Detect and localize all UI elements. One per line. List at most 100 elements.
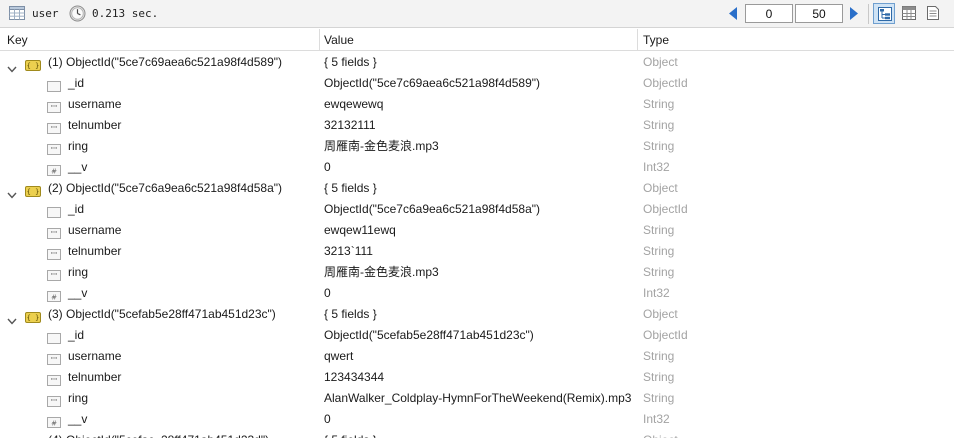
chevron-down-icon <box>7 66 17 73</box>
field-type: ObjectId <box>643 76 688 90</box>
text-view-button[interactable] <box>922 3 944 24</box>
tree-view-icon <box>878 7 892 21</box>
field-type: Int32 <box>643 160 670 174</box>
field-value: ObjectId("5ce7c6a9ea6c521a98f4d58a") <box>324 202 541 216</box>
column-header-key[interactable]: Key <box>0 29 320 51</box>
svg-text:"": "" <box>51 251 57 259</box>
svg-text:"": "" <box>51 104 57 112</box>
svg-text:"": "" <box>51 146 57 154</box>
field-row[interactable]: _id ObjectId("5cefab5e28ff471ab451d23c") O… <box>0 325 954 346</box>
svg-text:"": "" <box>51 398 57 406</box>
string-field-icon: "" <box>47 372 61 386</box>
results-tree: { } (1) ObjectId("5ce7c69aea6c521a98f4d58… <box>0 52 954 438</box>
field-key: telnumber <box>68 118 122 132</box>
field-row[interactable]: _id ObjectId("5ce7c69aea6c521a98f4d589") O… <box>0 73 954 94</box>
field-type: String <box>643 139 675 153</box>
field-type: String <box>643 370 675 384</box>
field-key: ring <box>68 391 89 405</box>
column-header-type[interactable]: Type <box>638 29 954 51</box>
field-row[interactable]: "" ring 周雁南-金色麦浪.mp3 String <box>0 136 954 157</box>
limit-input[interactable] <box>795 4 843 23</box>
field-row[interactable]: "" telnumber 123434344 String <box>0 367 954 388</box>
field-type: String <box>643 349 675 363</box>
field-key: telnumber <box>68 370 122 384</box>
field-row[interactable]: # __v 0 Int32 <box>0 283 954 304</box>
column-header-value[interactable]: Value <box>320 29 638 51</box>
skip-input[interactable] <box>745 4 793 23</box>
results-header: Key Value Type <box>0 29 954 51</box>
field-type: ObjectId <box>643 202 688 216</box>
string-field-icon: "" <box>47 120 61 134</box>
field-type: Int32 <box>643 412 670 426</box>
field-key: ring <box>68 265 89 279</box>
field-value: 周雁南-金色麦浪.mp3 <box>324 265 439 279</box>
svg-text:"": "" <box>51 356 57 364</box>
field-key: __v <box>68 160 88 174</box>
field-type: String <box>643 97 675 111</box>
document-row[interactable]: { } (3) ObjectId("5cefab5e28ff471ab451d23… <box>0 304 954 325</box>
field-value: ObjectId("5ce7c69aea6c521a98f4d589") <box>324 76 541 90</box>
field-row[interactable]: "" ring AlanWalker_Coldplay-HymnForTheWeek… <box>0 388 954 409</box>
svg-text:"": "" <box>51 125 57 133</box>
number-field-icon: # <box>47 162 61 176</box>
field-row[interactable]: "" telnumber 32132111 String <box>0 115 954 136</box>
field-row[interactable]: "" username ewqewewq String <box>0 94 954 115</box>
string-field-icon: "" <box>47 267 61 281</box>
field-value: 123434344 <box>324 370 385 384</box>
field-type: String <box>643 223 675 237</box>
string-field-icon: "" <box>47 246 61 260</box>
field-row[interactable]: "" telnumber 3213`111 String <box>0 241 954 262</box>
object-icon: { } <box>25 57 41 71</box>
previous-page-button[interactable] <box>727 6 739 21</box>
triangle-right-icon <box>850 7 858 20</box>
field-row[interactable]: "" username ewqew11ewq String <box>0 220 954 241</box>
document-type: Object <box>643 181 678 195</box>
field-key: __v <box>68 412 88 426</box>
expand-toggle[interactable] <box>7 311 17 325</box>
field-type: String <box>643 244 675 258</box>
field-key: telnumber <box>68 244 122 258</box>
document-type: Object <box>643 307 678 321</box>
field-key: username <box>68 223 122 237</box>
tree-view-button[interactable] <box>873 3 895 24</box>
string-field-icon: "" <box>47 99 61 113</box>
document-key: (2) ObjectId("5ce7c6a9ea6c521a98f4d58a") <box>48 181 283 195</box>
field-icon <box>47 204 61 218</box>
field-row[interactable]: "" username qwert String <box>0 346 954 367</box>
document-row[interactable]: { }(4) ObjectId("5cefac..28ff471ab451d23… <box>0 430 954 438</box>
field-row[interactable]: _id ObjectId("5ce7c6a9ea6c521a98f4d58a") O… <box>0 199 954 220</box>
document-key: (3) ObjectId("5cefab5e28ff471ab451d23c") <box>48 307 276 321</box>
field-value: 3213`111 <box>324 244 373 258</box>
field-value: qwert <box>324 349 354 363</box>
field-row[interactable]: # __v 0 Int32 <box>0 157 954 178</box>
toolbar-divider <box>868 4 869 24</box>
expand-toggle[interactable] <box>7 59 17 73</box>
document-row[interactable]: { } (1) ObjectId("5ce7c69aea6c521a98f4d58… <box>0 52 954 73</box>
field-key: _id <box>68 202 85 216</box>
field-key: __v <box>68 286 88 300</box>
field-key: username <box>68 349 122 363</box>
clock-icon <box>69 5 86 22</box>
triangle-left-icon <box>729 7 737 20</box>
field-type: String <box>643 118 675 132</box>
document-type: Object <box>643 55 678 69</box>
expand-toggle[interactable] <box>7 185 17 199</box>
field-value: ewqewewq <box>324 97 384 111</box>
query-time: 0.213 sec. <box>92 7 159 20</box>
svg-text:#: # <box>51 420 57 428</box>
document-row[interactable]: { } (2) ObjectId("5ce7c6a9ea6c521a98f4d58… <box>0 178 954 199</box>
field-row[interactable]: "" ring 周雁南-金色麦浪.mp3 String <box>0 262 954 283</box>
field-value: 0 <box>324 286 331 300</box>
field-value: 0 <box>324 160 331 174</box>
string-field-icon: "" <box>47 141 61 155</box>
collection-name: user <box>32 7 59 20</box>
field-row[interactable]: # __v 0 Int32 <box>0 409 954 430</box>
field-key: username <box>68 97 122 111</box>
svg-text:"": "" <box>51 272 57 280</box>
document-value: { 5 fields } <box>324 430 636 438</box>
field-value: 周雁南-金色麦浪.mp3 <box>324 139 439 153</box>
svg-text:{ }: { } <box>27 62 40 70</box>
document-key: (4) ObjectId("5cefac..28ff471ab451d23d") <box>48 430 269 438</box>
table-view-button[interactable] <box>898 3 920 24</box>
next-page-button[interactable] <box>848 6 860 21</box>
